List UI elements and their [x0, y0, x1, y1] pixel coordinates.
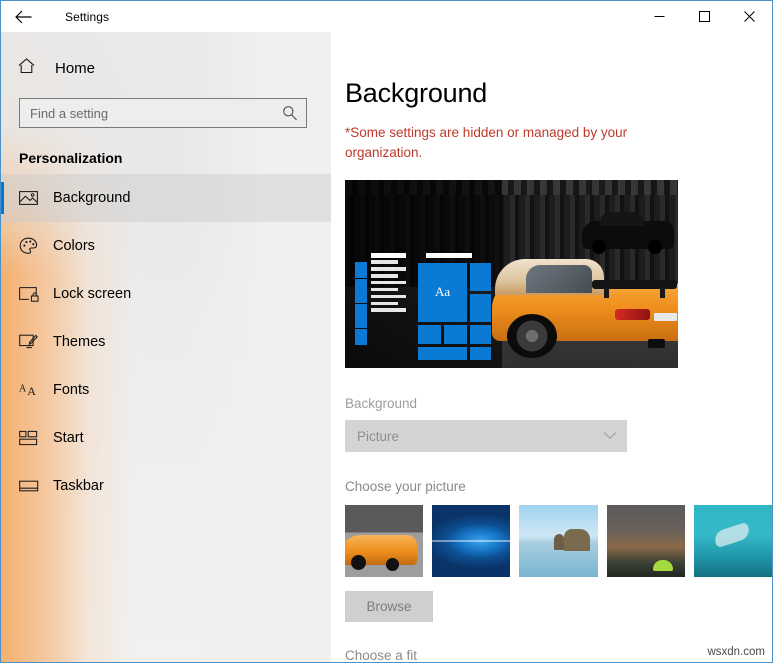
maximize-button[interactable] [682, 1, 727, 32]
settings-window: Settings [0, 0, 773, 663]
sidebar-item-start[interactable]: Start [1, 414, 331, 462]
picture-icon [19, 190, 49, 206]
home-label: Home [55, 60, 95, 77]
browse-button[interactable]: Browse [345, 591, 433, 622]
search-input[interactable] [20, 99, 306, 127]
window-controls [637, 1, 772, 32]
preview-start-list [371, 253, 412, 360]
thumbnail-underwater[interactable] [694, 505, 772, 577]
sidebar-section-header: Personalization [19, 150, 331, 166]
minimize-icon [654, 11, 665, 22]
minimize-button[interactable] [637, 1, 682, 32]
picture-thumbnail-list [345, 505, 772, 577]
preview-orange-car [492, 251, 678, 356]
sidebar-item-label: Fonts [53, 382, 89, 398]
sidebar-item-themes[interactable]: Themes [1, 318, 331, 366]
thumbnail-orange-car[interactable] [345, 505, 423, 577]
preview-start-rail [355, 262, 367, 361]
choose-picture-label: Choose your picture [345, 479, 772, 494]
palette-icon [19, 237, 49, 255]
preview-start-tiles: Aa [418, 263, 492, 361]
sidebar-item-label: Lock screen [53, 286, 131, 302]
sidebar-item-background[interactable]: Background [1, 174, 331, 222]
background-field-label: Background [345, 396, 772, 411]
thumbnail-beach-rock[interactable] [519, 505, 597, 577]
taskbar-icon [19, 479, 49, 493]
title-bar: Settings [1, 1, 772, 32]
sidebar-item-fonts[interactable]: A A Fonts [1, 366, 331, 414]
sidebar-item-home[interactable]: Home [1, 48, 331, 88]
app-title: Settings [65, 10, 109, 24]
sidebar-item-label: Colors [53, 238, 95, 254]
chevron-down-icon [603, 427, 617, 445]
close-icon [744, 11, 755, 22]
main-content: Background *Some settings are hidden or … [331, 32, 772, 662]
close-button[interactable] [727, 1, 772, 32]
svg-text:A: A [27, 384, 36, 398]
sidebar-item-label: Background [53, 190, 130, 206]
desktop-preview: Aa [345, 180, 678, 368]
watermark: wsxdn.com [707, 646, 765, 658]
start-tiles-icon [19, 430, 49, 446]
sidebar-item-lock-screen[interactable]: Lock screen [1, 270, 331, 318]
sidebar-nav-list: Background Colors [1, 174, 331, 510]
page-title: Background [345, 78, 772, 109]
back-arrow-icon [15, 10, 32, 24]
sidebar-item-label: Taskbar [53, 478, 104, 494]
window-body: Home Personalization [1, 32, 772, 662]
background-dropdown[interactable]: Picture [345, 420, 627, 452]
maximize-icon [699, 11, 710, 22]
background-dropdown-value: Picture [357, 429, 399, 444]
sidebar-item-taskbar[interactable]: Taskbar [1, 462, 331, 510]
preview-start-menu: Aa [355, 253, 492, 360]
thumbnail-night-tent[interactable] [607, 505, 685, 577]
back-button[interactable] [1, 1, 45, 32]
sidebar-item-label: Start [53, 430, 84, 446]
sidebar-item-colors[interactable]: Colors [1, 222, 331, 270]
preview-tile-aa: Aa [418, 263, 468, 322]
home-icon [17, 57, 49, 80]
lock-screen-icon [19, 286, 49, 302]
sidebar: Home Personalization [1, 32, 331, 662]
sidebar-item-label: Themes [53, 334, 105, 350]
policy-note: *Some settings are hidden or managed by … [345, 123, 667, 163]
thumbnail-windows-hero[interactable] [432, 505, 510, 577]
search-icon [282, 105, 298, 127]
brush-icon [19, 333, 49, 351]
fonts-icon: A A [19, 382, 49, 398]
svg-text:A: A [19, 384, 27, 395]
preview-black-car [582, 221, 674, 249]
search-box[interactable] [19, 98, 307, 128]
